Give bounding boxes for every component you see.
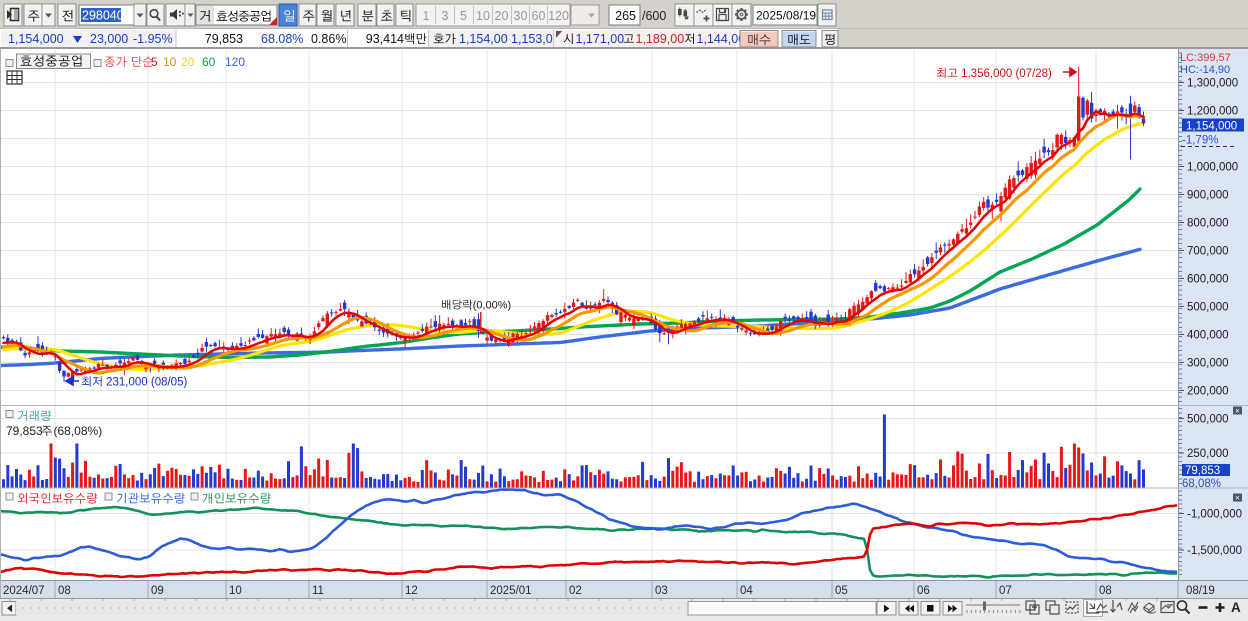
svg-text:12: 12 — [405, 585, 418, 597]
svg-text:1,200,000: 1,200,000 — [1187, 106, 1238, 118]
svg-text:23,000: 23,000 — [90, 32, 128, 46]
svg-text:05: 05 — [835, 585, 848, 597]
svg-text:1,154,000: 1,154,000 — [8, 32, 64, 46]
svg-text:200,000: 200,000 — [1187, 386, 1229, 398]
svg-text:(68,08%): (68,08%) — [54, 424, 103, 438]
svg-text:(0,00%): (0,00%) — [473, 300, 512, 312]
svg-text:-1,500,000: -1,500,000 — [1187, 545, 1242, 557]
svg-text:250,000: 250,000 — [1187, 448, 1229, 460]
svg-text:10: 10 — [163, 55, 177, 69]
svg-text:1,154,00: 1,154,00 — [459, 32, 508, 46]
svg-text:600,000: 600,000 — [1187, 274, 1229, 286]
svg-text:1,000,000: 1,000,000 — [1187, 162, 1238, 174]
svg-text:120: 120 — [225, 55, 245, 69]
svg-text:/600: /600 — [642, 9, 666, 23]
svg-text:0.86%: 0.86% — [311, 32, 346, 46]
svg-text:LC:399,57: LC:399,57 — [1180, 52, 1231, 64]
svg-text:60: 60 — [202, 55, 216, 69]
svg-text:A: A — [1231, 600, 1241, 615]
svg-text:68.08%: 68.08% — [261, 32, 303, 46]
svg-text:10: 10 — [229, 585, 242, 597]
svg-text:2025/01: 2025/01 — [490, 585, 532, 597]
svg-text:-1,79%: -1,79% — [1182, 135, 1218, 147]
svg-text:2025/08/19: 2025/08/19 — [756, 9, 816, 23]
svg-text:11: 11 — [312, 585, 324, 597]
svg-text:09: 09 — [151, 585, 164, 597]
svg-text:03: 03 — [655, 585, 668, 597]
svg-text:02: 02 — [569, 585, 582, 597]
svg-text:1,189,00: 1,189,00 — [636, 32, 685, 46]
svg-text:08/19: 08/19 — [1186, 585, 1215, 597]
svg-text:1,153,0: 1,153,0 — [511, 32, 553, 46]
svg-text:68,08%: 68,08% — [1182, 478, 1221, 490]
svg-text:1: 1 — [423, 9, 430, 23]
svg-text:1,144,00: 1,144,00 — [697, 32, 746, 46]
svg-text:500,000: 500,000 — [1187, 414, 1229, 426]
svg-text:60: 60 — [532, 9, 546, 23]
svg-text:79,853: 79,853 — [1185, 465, 1220, 477]
svg-text:500,000: 500,000 — [1187, 302, 1229, 314]
svg-text:1,356,000 (07/28): 1,356,000 (07/28) — [961, 68, 1052, 80]
svg-text:5: 5 — [151, 55, 158, 69]
svg-text:3: 3 — [442, 9, 449, 23]
svg-text:79,853: 79,853 — [6, 424, 43, 438]
svg-text:2024/07: 2024/07 — [3, 585, 45, 597]
svg-text:04: 04 — [740, 585, 753, 597]
svg-text:265: 265 — [615, 9, 636, 23]
svg-text:400,000: 400,000 — [1187, 330, 1229, 342]
svg-text:1,154,000: 1,154,000 — [1186, 121, 1237, 133]
svg-text:10: 10 — [476, 9, 490, 23]
svg-text:-1.95%: -1.95% — [133, 32, 173, 46]
svg-text:06: 06 — [917, 585, 930, 597]
svg-text:1,300,000: 1,300,000 — [1187, 78, 1238, 90]
svg-text:20: 20 — [181, 55, 195, 69]
svg-text:1,171,00: 1,171,00 — [576, 32, 625, 46]
svg-text:298040: 298040 — [82, 9, 124, 23]
svg-text:93,414: 93,414 — [366, 32, 404, 46]
svg-text:HC:-14,90: HC:-14,90 — [1180, 64, 1230, 76]
svg-text:×: × — [1235, 494, 1240, 503]
svg-text:300,000: 300,000 — [1187, 358, 1229, 370]
svg-text:30: 30 — [514, 9, 528, 23]
svg-text:08: 08 — [58, 585, 71, 597]
svg-text:120: 120 — [548, 9, 569, 23]
svg-text:20: 20 — [495, 9, 509, 23]
svg-text:231,000 (08/05): 231,000 (08/05) — [106, 377, 187, 389]
svg-text:×: × — [1235, 407, 1240, 416]
svg-text:-1,000,000: -1,000,000 — [1187, 509, 1242, 521]
svg-text:79,853: 79,853 — [205, 32, 243, 46]
svg-text:08: 08 — [1099, 585, 1112, 597]
svg-text:800,000: 800,000 — [1187, 218, 1229, 230]
svg-text:700,000: 700,000 — [1187, 246, 1229, 258]
svg-text:07: 07 — [999, 585, 1012, 597]
svg-text:5: 5 — [460, 9, 467, 23]
svg-text:900,000: 900,000 — [1187, 190, 1229, 202]
